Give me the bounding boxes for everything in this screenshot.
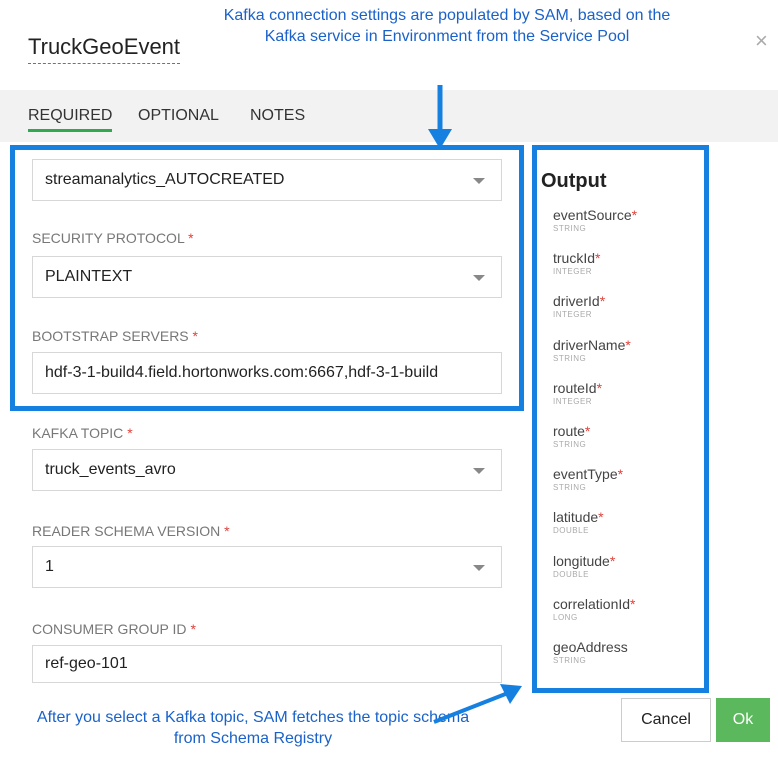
required-marker: * <box>584 423 591 439</box>
annotation-bottom: After you select a Kafka topic, SAM fetc… <box>36 709 470 747</box>
reader-schema-version-label: READER SCHEMA VERSION * <box>32 523 230 539</box>
required-marker: * <box>190 621 196 637</box>
output-title: Output <box>541 170 607 192</box>
kafka-topic-value: truck_events_avro <box>45 461 176 478</box>
required-marker: * <box>599 293 606 309</box>
kafka-topic-label: KAFKA TOPIC * <box>32 425 133 441</box>
output-field-name: geoAddress <box>553 639 628 655</box>
output-field-type: INTEGER <box>553 310 593 319</box>
required-marker: * <box>630 596 636 612</box>
reader-schema-version-value: 1 <box>45 558 54 575</box>
annotation-arrow-up-right <box>433 684 522 724</box>
output-field: eventType* STRING <box>553 466 623 492</box>
output-field-name: driverName* <box>553 337 631 353</box>
output-field-name: correlationId* <box>553 596 636 612</box>
output-field-type: DOUBLE <box>553 570 589 579</box>
output-field: correlationId* LONG <box>553 596 636 622</box>
tab-required[interactable]: REQUIRED <box>28 107 113 132</box>
dialog-title: TruckGeoEvent <box>28 34 181 64</box>
output-field: eventSource* STRING <box>553 207 637 233</box>
output-field-type: STRING <box>553 354 587 363</box>
output-field-name: eventType* <box>553 466 624 482</box>
annotation-top: Kafka connection settings are populated … <box>223 7 671 45</box>
required-marker: * <box>631 207 638 223</box>
kafka-topic-select[interactable]: truck_events_avro <box>32 449 502 491</box>
required-marker: * <box>596 380 603 396</box>
output-field-type: INTEGER <box>553 267 593 276</box>
chevron-down-icon <box>473 468 485 474</box>
output-field-name: driverId* <box>553 293 606 309</box>
required-marker: * <box>127 425 133 441</box>
output-field-name: latitude* <box>553 509 604 525</box>
required-marker: * <box>609 553 616 569</box>
chevron-down-icon <box>473 565 485 571</box>
output-field-type: STRING <box>553 656 587 665</box>
required-marker: * <box>625 337 631 353</box>
required-marker: * <box>617 466 624 482</box>
tab-notes[interactable]: NOTES <box>250 107 305 125</box>
output-field: truckId* INTEGER <box>553 250 600 276</box>
ok-button[interactable]: Ok <box>716 698 770 742</box>
output-field-name: truckId* <box>553 250 601 266</box>
output-field-name: longitude* <box>553 553 616 569</box>
consumer-group-id-input[interactable]: ref-geo-101 <box>32 645 502 683</box>
required-marker: * <box>595 250 601 266</box>
close-icon[interactable]: × <box>755 28 768 54</box>
output-field-type: STRING <box>553 224 587 233</box>
output-field-type: STRING <box>553 483 587 492</box>
output-field-type: INTEGER <box>553 397 593 406</box>
output-field: routeId* INTEGER <box>553 380 602 406</box>
output-field-type: DOUBLE <box>553 526 589 535</box>
required-marker: * <box>598 509 604 525</box>
required-marker: * <box>224 523 230 539</box>
output-field: route* STRING <box>553 423 590 449</box>
connection-settings-highlight <box>10 145 524 411</box>
reader-schema-version-select[interactable]: 1 <box>32 546 502 588</box>
output-field: driverId* INTEGER <box>553 293 605 319</box>
output-field-type: LONG <box>553 613 578 622</box>
tab-bar <box>0 90 778 142</box>
cancel-button[interactable]: Cancel <box>621 698 711 742</box>
output-field-name: eventSource* <box>553 207 638 223</box>
output-field: longitude* DOUBLE <box>553 553 615 579</box>
consumer-group-id-label: CONSUMER GROUP ID * <box>32 621 196 637</box>
output-field-type: STRING <box>553 440 587 449</box>
output-field: geoAddress STRING <box>553 639 628 665</box>
output-field-name: routeId* <box>553 380 603 396</box>
tab-optional[interactable]: OPTIONAL <box>138 107 219 125</box>
output-field: driverName* STRING <box>553 337 631 363</box>
annotation-arrow-down <box>428 85 452 149</box>
output-field-name: route* <box>553 423 591 439</box>
output-field: latitude* DOUBLE <box>553 509 604 535</box>
